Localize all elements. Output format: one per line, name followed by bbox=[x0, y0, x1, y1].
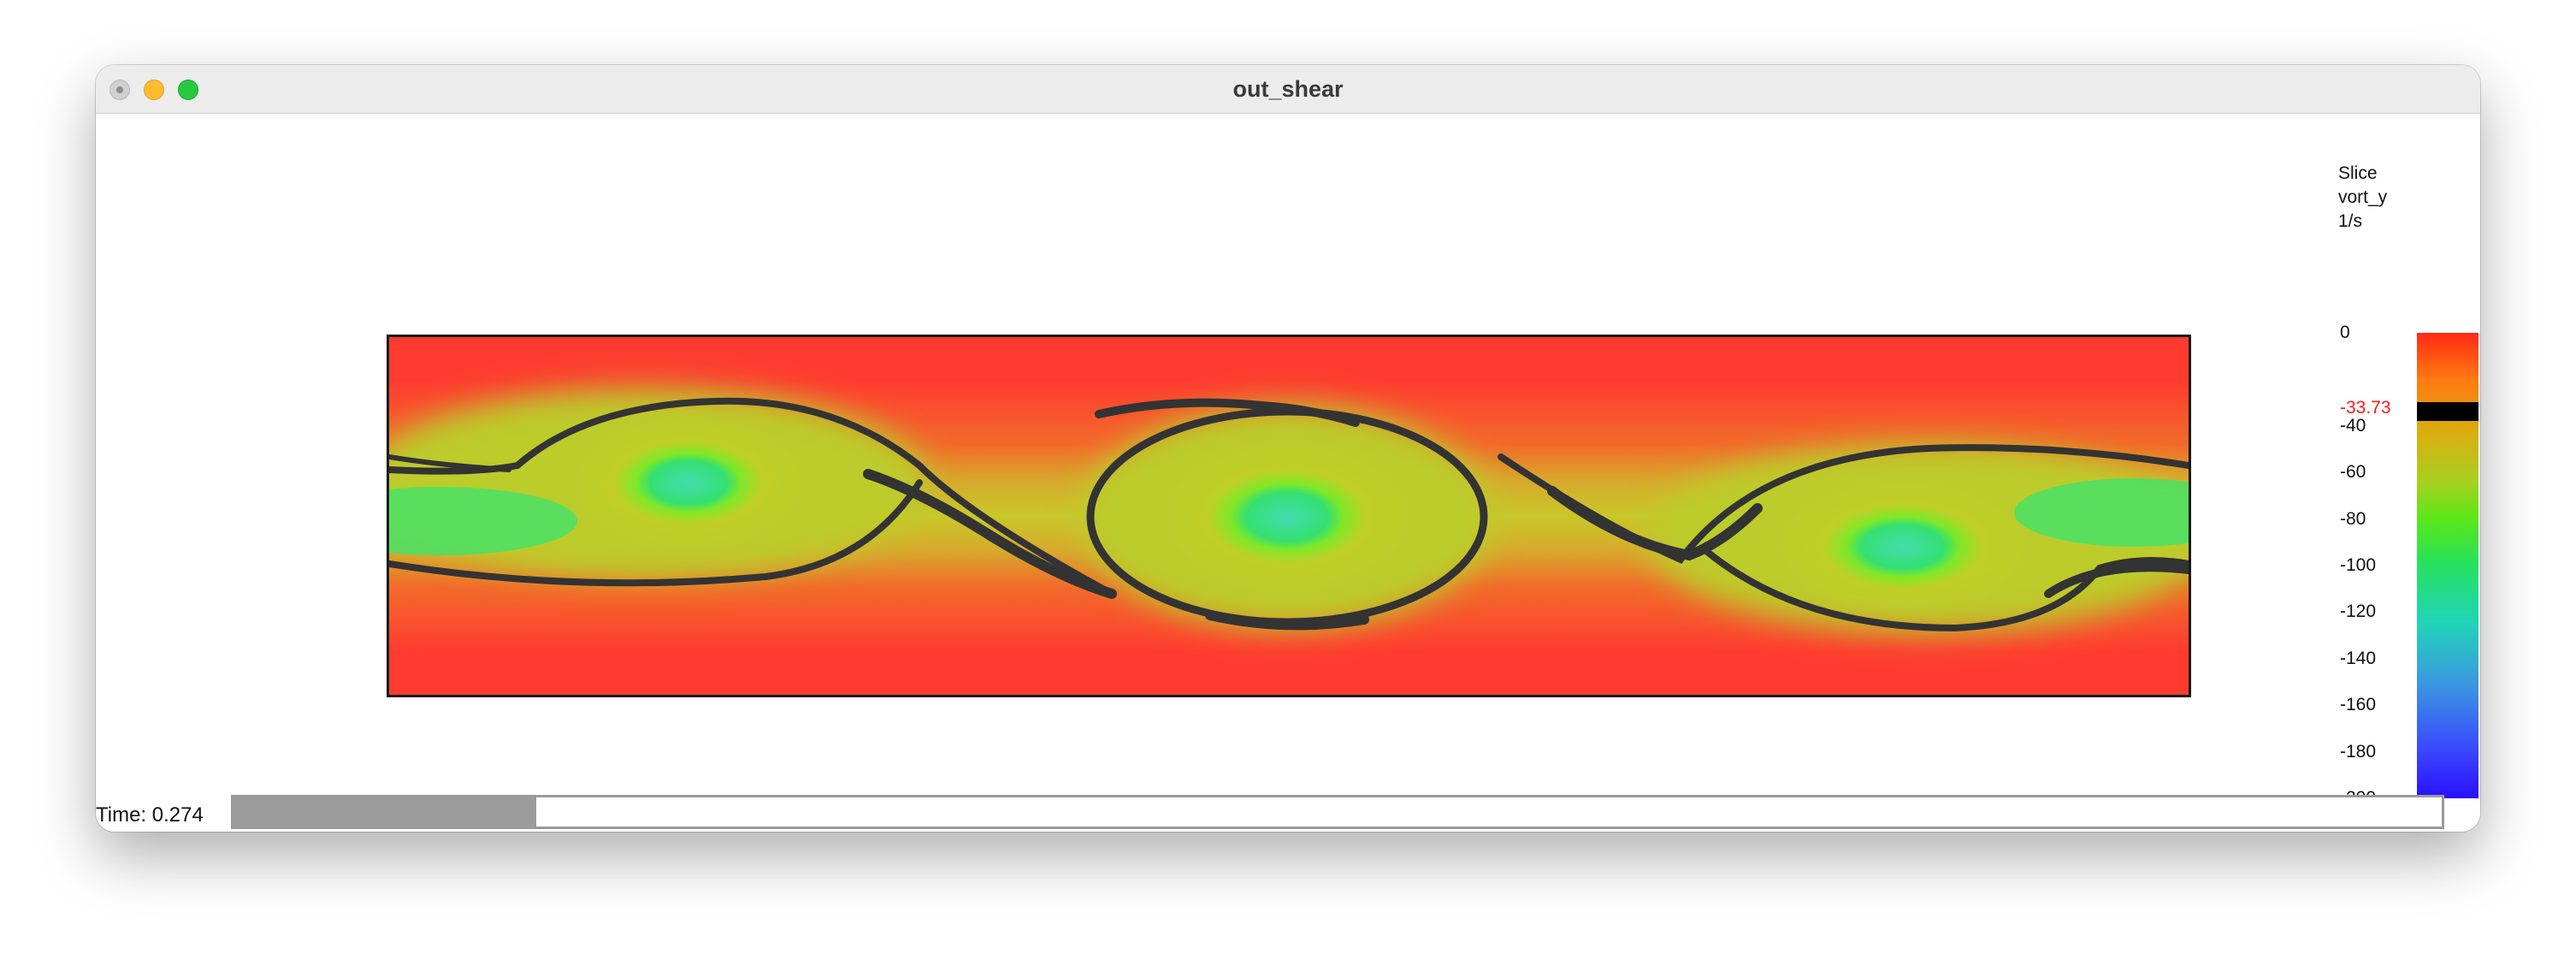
eddy-core-right bbox=[1775, 478, 2031, 615]
color-bar-tick-label: -40 bbox=[2340, 415, 2366, 436]
vorticity-field bbox=[389, 337, 2189, 695]
color-bar-tick-label: -80 bbox=[2340, 508, 2366, 529]
eddy-core-center bbox=[1159, 441, 1415, 592]
current-value-label: -33.73 bbox=[2340, 397, 2391, 418]
time-slider-fill bbox=[233, 797, 536, 827]
color-bar-tick-label: 0 bbox=[2340, 323, 2350, 342]
time-label: Time: 0.274 bbox=[96, 803, 204, 827]
slice-plot[interactable] bbox=[387, 335, 2191, 697]
color-bar-tick-label: -60 bbox=[2340, 462, 2366, 483]
eddy-core-left bbox=[569, 416, 808, 549]
title-bar: out_shear bbox=[96, 65, 2480, 114]
legend-title-line-2: vort_y bbox=[2338, 187, 2388, 207]
color-bar-tick-label: -120 bbox=[2340, 601, 2377, 622]
window-title: out_shear bbox=[1232, 76, 1344, 102]
time-slider[interactable] bbox=[231, 795, 2444, 829]
color-bar-tick-label: -100 bbox=[2340, 555, 2377, 575]
color-bar-tick-label: -140 bbox=[2340, 648, 2377, 668]
render-view[interactable]: Slice vort_y 1/s 0 -40 -60 -80 -100 -120 -140 -… bbox=[96, 114, 2480, 832]
legend-title-line-1: Slice bbox=[2338, 163, 2378, 183]
legend-title-line-3: 1/s bbox=[2338, 211, 2363, 231]
color-bar-tick-label: -180 bbox=[2340, 741, 2377, 761]
legend-title: Slice vort_y 1/s bbox=[2338, 162, 2387, 234]
color-bar-current-marker bbox=[2417, 401, 2479, 421]
app-window: out_shear Slice vort_y 1/s 0 -40 -60 -80… bbox=[96, 65, 2480, 832]
color-bar-tick-label: -160 bbox=[2340, 695, 2377, 715]
